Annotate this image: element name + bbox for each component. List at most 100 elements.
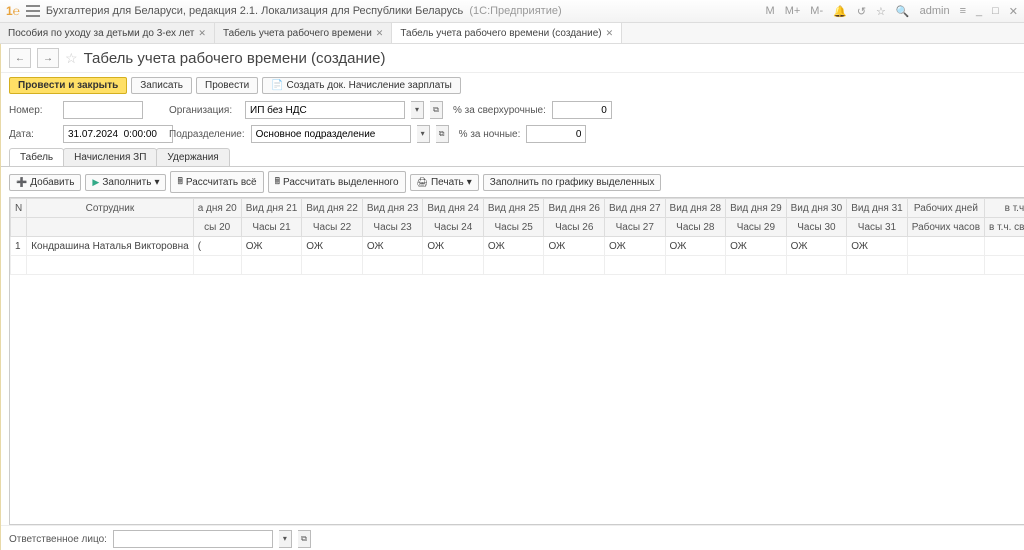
history-icon[interactable]: ↺ <box>857 5 866 18</box>
favorite-star-icon[interactable]: ☆ <box>65 50 78 67</box>
recalc-all-button[interactable]: 🖩Рассчитать всё <box>170 171 263 193</box>
grid-header: Часы 21 <box>241 218 302 237</box>
user-name[interactable]: admin <box>920 5 950 17</box>
grid-header: а дня 20 <box>193 199 241 218</box>
grid-cell[interactable] <box>605 256 666 275</box>
grid-cell[interactable] <box>423 256 484 275</box>
responsible-open-icon[interactable]: ⧉ <box>298 530 311 548</box>
overtime-field[interactable] <box>552 101 612 119</box>
responsible-dropdown-icon[interactable]: ▾ <box>279 530 292 548</box>
grid-header: Вид дня 27 <box>605 199 666 218</box>
post-and-close-button[interactable]: Провести и закрыть <box>9 77 127 94</box>
maximize-icon[interactable]: □ <box>992 5 999 17</box>
grid-cell[interactable] <box>907 237 984 256</box>
grid-cell[interactable] <box>847 256 908 275</box>
grid-cell[interactable] <box>726 256 787 275</box>
inner-tab[interactable]: Табель <box>9 148 64 166</box>
grid-cell[interactable]: ОЖ <box>423 237 484 256</box>
grid-cell[interactable]: ОЖ <box>241 237 302 256</box>
tab-close-icon[interactable]: ✕ <box>606 28 614 39</box>
grid-cell[interactable]: ОЖ <box>847 237 908 256</box>
memory-mminus-icon[interactable]: M- <box>810 5 823 17</box>
grid-header <box>11 218 27 237</box>
search-icon[interactable]: 🔍 <box>896 5 910 18</box>
grid-header: Вид дня 31 <box>847 199 908 218</box>
nav-back-button[interactable]: ← <box>9 48 31 68</box>
grid-header: Вид дня 29 <box>726 199 787 218</box>
settings-icon[interactable]: ≡ <box>960 5 966 17</box>
dep-open-icon[interactable]: ⧉ <box>436 125 449 143</box>
create-doc-button[interactable]: 📄 Создать док. Начисление зарплаты <box>262 77 461 94</box>
grid-cell[interactable]: ОЖ <box>544 237 605 256</box>
night-label: % за ночные: <box>459 129 521 140</box>
grid-header: Часы 27 <box>605 218 666 237</box>
recalc-selected-button[interactable]: 🖩Рассчитать выделенного <box>268 171 406 193</box>
org-label: Организация: <box>169 105 239 116</box>
date-field[interactable] <box>63 125 173 143</box>
inner-tab[interactable]: Удержания <box>156 148 229 166</box>
org-open-icon[interactable]: ⧉ <box>430 101 443 119</box>
grid-header: Часы 24 <box>423 218 484 237</box>
grid-cell[interactable]: Кондрашина Наталья Викторовна <box>27 237 193 256</box>
grid-cell[interactable] <box>483 256 544 275</box>
grid-cell[interactable] <box>11 256 27 275</box>
grid-cell[interactable]: ОЖ <box>302 237 363 256</box>
grid-cell[interactable]: ОЖ <box>665 237 726 256</box>
org-dropdown-icon[interactable]: ▾ <box>411 101 424 119</box>
grid-cell[interactable] <box>193 256 241 275</box>
menu-burger-icon[interactable] <box>26 5 40 17</box>
grid-header: Вид дня 24 <box>423 199 484 218</box>
dep-field[interactable] <box>251 125 411 143</box>
fill-button[interactable]: ▶Заполнить ▾ <box>85 174 166 191</box>
close-icon[interactable]: ✕ <box>1009 5 1018 18</box>
grid-cell[interactable] <box>907 256 984 275</box>
post-button[interactable]: Провести <box>196 77 258 94</box>
memory-mplus-icon[interactable]: M+ <box>785 5 801 17</box>
responsible-field[interactable] <box>113 530 273 548</box>
grid-cell[interactable]: ( <box>193 237 241 256</box>
add-row-button[interactable]: ➕Добавить <box>9 174 81 191</box>
tab-close-icon[interactable]: ✕ <box>198 28 206 39</box>
grid-cell[interactable] <box>241 256 302 275</box>
grid-cell[interactable]: ОЖ <box>786 237 847 256</box>
grid-header: N <box>11 199 27 218</box>
nav-fwd-button[interactable]: → <box>37 48 59 68</box>
grid-header: Часы 23 <box>362 218 423 237</box>
print-button[interactable]: 🖨Печать ▾ <box>410 174 479 191</box>
grid-cell[interactable] <box>27 256 193 275</box>
grid-cell[interactable] <box>362 256 423 275</box>
grid-cell[interactable]: 1 <box>11 237 27 256</box>
grid-cell[interactable]: ОЖ <box>483 237 544 256</box>
window-tab[interactable]: Пособия по уходу за детьми до 3-ех лет✕ <box>0 23 215 43</box>
page-title: Табель учета рабочего времени (создание) <box>84 50 386 67</box>
number-field[interactable] <box>63 101 143 119</box>
grid-cell[interactable]: ОЖ <box>726 237 787 256</box>
tab-close-icon[interactable]: ✕ <box>376 28 384 39</box>
window-tab[interactable]: Табель учета рабочего времени (создание)… <box>392 23 622 43</box>
timesheet-grid[interactable]: NСотрудника дня 20Вид дня 21Вид дня 22Ви… <box>9 197 1024 525</box>
grid-cell[interactable] <box>985 237 1024 256</box>
star-icon[interactable]: ☆ <box>876 5 886 18</box>
night-field[interactable] <box>526 125 586 143</box>
grid-header: сы 20 <box>193 218 241 237</box>
grid-cell[interactable] <box>786 256 847 275</box>
fill-schedule-button[interactable]: Заполнить по графику выделенных <box>483 174 662 191</box>
window-title: Бухгалтерия для Беларуси, редакция 2.1. … <box>46 5 760 17</box>
memory-m-icon[interactable]: M <box>766 5 775 17</box>
grid-header: Сотрудник <box>27 199 193 218</box>
org-field[interactable] <box>245 101 405 119</box>
grid-cell[interactable]: ОЖ <box>362 237 423 256</box>
grid-cell[interactable] <box>665 256 726 275</box>
window-tab[interactable]: Табель учета рабочего времени✕ <box>215 23 392 43</box>
grid-cell[interactable] <box>544 256 605 275</box>
bell-icon[interactable]: 🔔 <box>833 5 847 18</box>
app-logo-icon: 1℮ <box>6 4 20 18</box>
dep-dropdown-icon[interactable]: ▾ <box>417 125 430 143</box>
grid-cell[interactable]: ОЖ <box>605 237 666 256</box>
grid-header <box>27 218 193 237</box>
inner-tab[interactable]: Начисления ЗП <box>63 148 157 166</box>
grid-cell[interactable] <box>985 256 1024 275</box>
write-button[interactable]: Записать <box>131 77 192 94</box>
grid-cell[interactable] <box>302 256 363 275</box>
minimize-icon[interactable]: _ <box>976 5 982 17</box>
